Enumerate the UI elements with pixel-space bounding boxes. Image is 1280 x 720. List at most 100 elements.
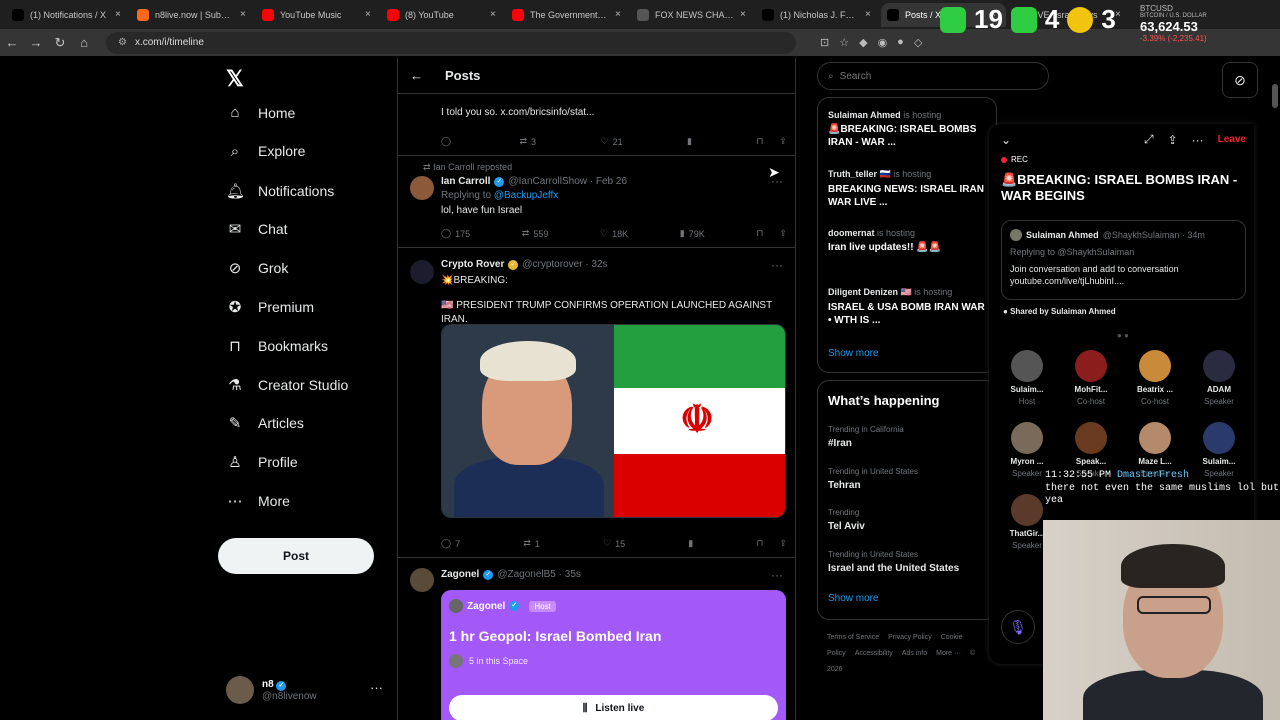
more-dots-icon[interactable]: ···: [1192, 133, 1204, 147]
browser-tab[interactable]: The Government just ×: [506, 3, 631, 27]
nav-item-profile[interactable]: ♙ Profile: [226, 453, 297, 471]
space-participant[interactable]: MohFit... Co-host: [1061, 350, 1121, 406]
trend-item[interactable]: Trending in United States Israel and the …: [828, 550, 959, 574]
trend-item[interactable]: Trending in United States Tehran: [828, 467, 918, 491]
browser-tab[interactable]: n8live.now | Substack ×: [131, 3, 256, 27]
more-dots-icon[interactable]: ···: [771, 568, 783, 582]
like-button[interactable]: ♡ 21: [600, 136, 622, 147]
nav-item-grok[interactable]: ⊘ Grok: [226, 259, 289, 277]
footer-link[interactable]: Terms of Service: [827, 634, 879, 641]
footer-link[interactable]: Privacy Policy: [888, 634, 932, 641]
x-logo-icon[interactable]: 𝕏: [226, 66, 244, 92]
more-dots-icon[interactable]: ···: [370, 680, 383, 695]
trend-item[interactable]: Trending in California #Iran: [828, 425, 904, 449]
post-image[interactable]: ☫: [441, 324, 786, 518]
footer-link[interactable]: More ···: [936, 650, 961, 657]
avatar[interactable]: [410, 260, 434, 284]
space-card[interactable]: Zagonel ✓ Host 1 hr Geopol: Israel Bombe…: [441, 590, 786, 720]
extension-icon[interactable]: ◇: [914, 36, 922, 49]
browser-tab[interactable]: (1) Nicholas J. Fuente ×: [756, 3, 881, 27]
nav-item-explore[interactable]: ⌕ Explore: [226, 143, 306, 160]
space-participant[interactable]: Beatrix ... Co-host: [1125, 350, 1185, 406]
home-browser-icon[interactable]: ⌂: [72, 35, 96, 50]
search-input[interactable]: [839, 70, 1030, 82]
share-icon[interactable]: ⇪: [1168, 133, 1178, 147]
site-info-icon[interactable]: ⚙: [118, 37, 127, 48]
close-tab-icon[interactable]: ×: [1115, 9, 1125, 20]
live-space-item[interactable]: Diligent Denizen 🇺🇸 is hosting ISRAEL & U…: [828, 287, 988, 327]
nav-item-more[interactable]: ⋯ More: [226, 492, 290, 510]
space-participant[interactable]: Sulaim... Host: [997, 350, 1057, 406]
browser-tab[interactable]: (1) Notifications / X ×: [6, 3, 131, 27]
bookmark-button[interactable]: ⊓ ⇪: [756, 228, 787, 239]
browser-tab[interactable]: FOX NEWS CHANNEL ×: [631, 3, 756, 27]
nav-item-premium[interactable]: ✪ Premium: [226, 298, 314, 316]
avatar[interactable]: [410, 176, 434, 200]
bookmark-button[interactable]: ⊓ ⇪: [756, 136, 787, 147]
post[interactable]: ⇄ Ian Carroll reposted Ian Carroll ✓ @IanC…: [398, 156, 795, 248]
more-dots-icon[interactable]: ···: [771, 258, 783, 272]
footer-link[interactable]: Ads info: [902, 650, 927, 657]
repost-button[interactable]: ⇄ 3: [520, 136, 537, 147]
repost-button[interactable]: ⇄ 1: [523, 538, 540, 549]
views-button[interactable]: ▮: [688, 538, 693, 549]
bookmark-button[interactable]: ⊓ ⇪: [756, 538, 787, 549]
post[interactable]: Zagonel ✓ @ZagonelB5 · 35s ··· Zagonel ✓ H…: [398, 558, 795, 720]
close-tab-icon[interactable]: ×: [490, 9, 500, 20]
browser-tab[interactable]: (8) YouTube ×: [381, 3, 506, 27]
nav-item-notifications[interactable]: 🔔︎ Notifications: [226, 182, 334, 200]
nav-item-articles[interactable]: ✎ Articles: [226, 414, 304, 432]
close-tab-icon[interactable]: ×: [615, 9, 625, 20]
repost-button[interactable]: ⇄ 559: [522, 228, 549, 239]
listen-live-button[interactable]: ⫼ Listen live: [449, 695, 778, 720]
extension-icon[interactable]: ◆: [859, 36, 867, 49]
author-name[interactable]: Ian Carroll: [441, 175, 490, 189]
back-icon[interactable]: ←: [0, 35, 24, 50]
views-button[interactable]: ▮ 79K: [680, 228, 705, 239]
microphone-icon[interactable]: 🎙: [1001, 610, 1035, 644]
reload-icon[interactable]: ↻: [48, 35, 72, 51]
trend-item[interactable]: Trending Tel Aviv: [828, 508, 865, 532]
close-tab-icon[interactable]: ×: [240, 9, 250, 20]
show-more-link[interactable]: Show more: [828, 348, 879, 359]
close-tab-icon[interactable]: ×: [865, 9, 875, 20]
search-box[interactable]: ⌕: [817, 62, 1049, 90]
extension-icon[interactable]: ◉: [878, 36, 888, 49]
nav-item-chat[interactable]: ✉ Chat: [226, 220, 288, 238]
nav-item-creator-studio[interactable]: ⚗ Creator Studio: [226, 376, 348, 394]
chevron-down-icon[interactable]: ⌄: [1001, 133, 1011, 147]
grok-icon[interactable]: ⊘: [1222, 62, 1258, 98]
expand-icon[interactable]: ⤢: [1144, 132, 1154, 147]
live-space-item[interactable]: Sulaiman Ahmed is hosting 🚨BREAKING: ISRA…: [828, 110, 988, 149]
share-icon[interactable]: ⇪: [779, 228, 787, 239]
post[interactable]: I told you so. x.com/bricsinfo/stat... ◯…: [398, 94, 795, 156]
footer-link[interactable]: Accessibility: [855, 650, 893, 657]
nav-item-home[interactable]: ⌂ Home: [226, 104, 295, 121]
forward-icon[interactable]: →: [24, 35, 48, 50]
extension-icon[interactable]: ●: [897, 36, 904, 49]
post[interactable]: Crypto Rover ✓ @cryptorover · 32s 💥BREAKIN…: [398, 248, 795, 558]
star-icon[interactable]: ☆: [839, 36, 849, 49]
like-button[interactable]: ♡ 18K: [600, 228, 628, 239]
nav-item-bookmarks[interactable]: ⊓ Bookmarks: [226, 337, 328, 355]
like-button[interactable]: ♡ 15: [603, 538, 625, 549]
account-switcher[interactable]: n8 ✓ @n8livenow ···: [226, 676, 383, 704]
space-participant[interactable]: ADAM Speaker: [1189, 350, 1249, 406]
author-name[interactable]: Zagonel: [441, 568, 479, 582]
mention-link[interactable]: @BackupJeffx: [494, 190, 558, 201]
address-bar[interactable]: ⚙ x.com/i/timeline: [106, 31, 796, 54]
avatar[interactable]: [410, 568, 434, 592]
close-tab-icon[interactable]: ×: [365, 9, 375, 20]
author-name[interactable]: Crypto Rover: [441, 258, 504, 272]
close-tab-icon[interactable]: ×: [740, 9, 750, 20]
back-arrow-icon[interactable]: ←: [410, 68, 423, 83]
reply-button[interactable]: ◯: [441, 136, 455, 147]
browser-tab[interactable]: YouTube Music ×: [256, 3, 381, 27]
reply-button[interactable]: ◯ 7: [441, 538, 460, 549]
install-icon[interactable]: ⊡: [820, 36, 829, 49]
shared-post[interactable]: Sulaiman Ahmed @ShaykhSulaiman · 34m Repl…: [1001, 220, 1246, 300]
scrollbar[interactable]: [1272, 84, 1278, 108]
live-space-item[interactable]: Truth_teller 🇷🇺 is hosting BREAKING NEWS:…: [828, 169, 988, 209]
views-button[interactable]: ▮: [687, 136, 692, 147]
close-tab-icon[interactable]: ×: [115, 9, 125, 20]
